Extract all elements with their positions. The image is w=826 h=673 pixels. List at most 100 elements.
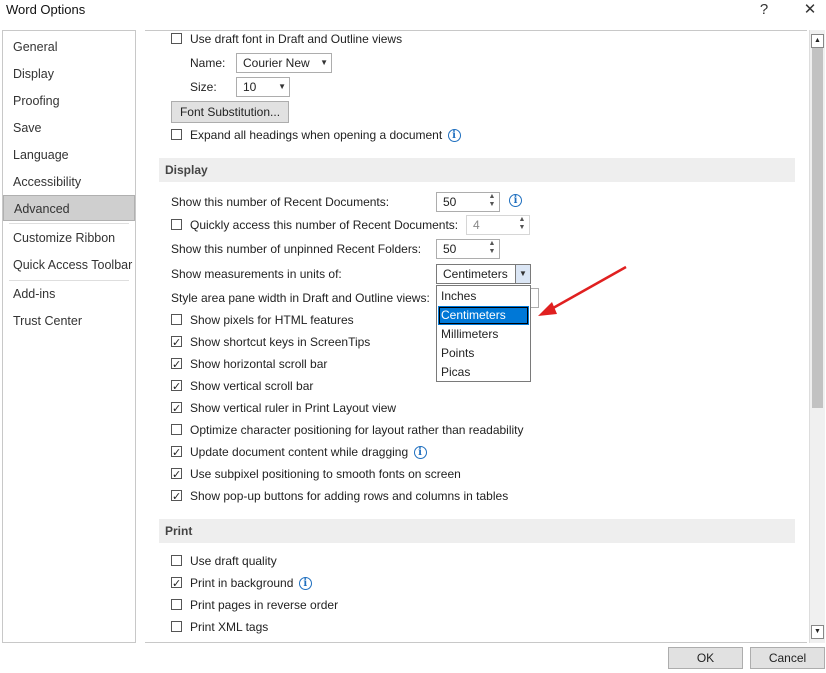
quick-access-spinner[interactable]: 4 ▲ ▼ xyxy=(466,215,530,235)
info-icon[interactable]: i xyxy=(413,446,427,460)
option-row[interactable]: Show pop-up buttons for adding rows and … xyxy=(171,486,509,507)
checkbox[interactable] xyxy=(171,443,182,463)
chevron-down-icon: ▼ xyxy=(278,82,286,91)
sidebar-item-customize-ribbon[interactable]: Customize Ribbon xyxy=(3,225,135,251)
cancel-button[interactable]: Cancel xyxy=(750,647,825,669)
sidebar-item-quick-access-toolbar[interactable]: Quick Access Toolbar xyxy=(3,252,135,278)
option-label: Show pop-up buttons for adding rows and … xyxy=(190,489,509,503)
font-size-combo[interactable]: 10 ▼ xyxy=(236,77,290,97)
scrollbar-thumb[interactable] xyxy=(812,48,823,408)
draft-font-label: Use draft font in Draft and Outline view… xyxy=(190,32,403,46)
info-icon[interactable]: i xyxy=(447,129,461,143)
scroll-up-icon[interactable]: ▲ xyxy=(811,34,824,48)
option-label: Print XML tags xyxy=(190,620,269,634)
font-name-combo[interactable]: Courier New ▼ xyxy=(236,53,332,73)
checkbox[interactable] xyxy=(171,333,182,353)
checkbox[interactable] xyxy=(171,574,182,594)
units-option-picas[interactable]: Picas xyxy=(438,363,529,382)
sidebar-item-add-ins[interactable]: Add-ins xyxy=(3,281,135,307)
sidebar-item-trust-center[interactable]: Trust Center xyxy=(3,308,135,334)
draft-font-option[interactable]: Use draft font in Draft and Outline view… xyxy=(171,31,403,49)
checkbox[interactable] xyxy=(171,355,182,375)
checkbox[interactable] xyxy=(171,621,182,633)
checkbox[interactable] xyxy=(171,399,182,419)
option-row[interactable]: Update document content while dragging i xyxy=(171,442,427,463)
font-name-label: Name: xyxy=(190,56,226,70)
spinner-arrows-icon[interactable]: ▲ ▼ xyxy=(487,193,497,211)
units-dropdown-list: Inches Centimeters Millimeters Points Pi… xyxy=(436,285,531,382)
font-size-label: Size: xyxy=(190,80,217,94)
checkbox[interactable] xyxy=(171,314,182,326)
chevron-down-icon: ▼ xyxy=(320,58,328,67)
option-row[interactable]: Optimize character positioning for layou… xyxy=(171,420,524,440)
font-substitution-button[interactable]: Font Substitution... xyxy=(171,101,289,123)
sidebar-item-advanced[interactable]: Advanced xyxy=(3,195,135,221)
quick-access-checkbox[interactable] xyxy=(171,219,182,231)
option-row[interactable]: Use draft quality xyxy=(171,551,277,571)
units-option-millimeters[interactable]: Millimeters xyxy=(438,325,529,344)
close-button[interactable]: ✕ xyxy=(790,0,826,22)
unpinned-folders-value: 50 xyxy=(443,242,457,256)
option-row[interactable]: Use subpixel positioning to smooth fonts… xyxy=(171,464,461,485)
checkbox[interactable] xyxy=(171,599,182,611)
units-option-points[interactable]: Points xyxy=(438,344,529,363)
spinner-arrows-icon[interactable]: ▲ ▼ xyxy=(517,216,527,234)
draft-font-checkbox[interactable] xyxy=(171,33,182,45)
units-option-centimeters[interactable]: Centimeters xyxy=(438,306,529,325)
window-title: Word Options xyxy=(6,2,86,17)
recent-docs-spinner[interactable]: 50 ▲ ▼ xyxy=(436,192,500,212)
option-row[interactable] xyxy=(171,639,190,642)
checkbox[interactable] xyxy=(171,377,182,397)
expand-headings-checkbox[interactable] xyxy=(171,129,182,141)
option-label: Show horizontal scroll bar xyxy=(190,357,328,371)
scroll-down-icon[interactable]: ▼ xyxy=(811,625,824,639)
sidebar-item-general[interactable]: General xyxy=(3,34,135,60)
option-row[interactable]: Print XML tags xyxy=(171,617,268,637)
font-size-value: 10 xyxy=(243,80,257,94)
units-combo[interactable]: Centimeters ▼ xyxy=(436,264,531,284)
option-row[interactable]: Show horizontal scroll bar xyxy=(171,354,328,375)
checkbox[interactable] xyxy=(171,555,182,567)
option-label: Print in background xyxy=(190,576,294,590)
option-label: Optimize character positioning for layou… xyxy=(190,423,524,437)
option-row[interactable]: Show shortcut keys in ScreenTips xyxy=(171,332,371,353)
checkbox[interactable] xyxy=(171,465,182,485)
quick-access-label: Quickly access this number of Recent Doc… xyxy=(190,218,459,232)
annotation-arrow-icon xyxy=(538,265,627,316)
option-label: Print pages in reverse order xyxy=(190,598,339,612)
unpinned-folders-spinner[interactable]: 50 ▲ ▼ xyxy=(436,239,500,259)
sidebar-item-proofing[interactable]: Proofing xyxy=(3,88,135,114)
spinner-arrows-icon[interactable]: ▲ ▼ xyxy=(487,240,497,258)
sidebar-item-save[interactable]: Save xyxy=(3,115,135,141)
info-icon[interactable]: i xyxy=(509,194,522,207)
option-row[interactable]: Print in background i xyxy=(171,573,312,594)
font-name-value: Courier New xyxy=(243,56,310,70)
sidebar-item-accessibility[interactable]: Accessibility xyxy=(3,169,135,195)
advanced-options-pane: Use draft font in Draft and Outline view… xyxy=(145,30,807,643)
chevron-down-icon[interactable]: ▼ xyxy=(515,265,530,283)
info-icon[interactable]: i xyxy=(298,577,312,591)
option-row[interactable]: Print pages in reverse order xyxy=(171,595,338,615)
content-scrollbar[interactable]: ▲ ▼ xyxy=(809,30,825,643)
units-option-inches[interactable]: Inches xyxy=(438,287,529,306)
checkbox[interactable] xyxy=(171,424,182,436)
checkbox[interactable] xyxy=(171,487,182,507)
sidebar-divider xyxy=(9,223,129,224)
expand-headings-option[interactable]: Expand all headings when opening a docum… xyxy=(171,125,461,145)
recent-docs-label: Show this number of Recent Documents: xyxy=(171,195,390,209)
help-button[interactable]: ? xyxy=(744,0,784,22)
option-row[interactable]: Show pixels for HTML features xyxy=(171,310,354,330)
sidebar-item-language[interactable]: Language xyxy=(3,142,135,168)
quick-access-option[interactable]: Quickly access this number of Recent Doc… xyxy=(171,215,458,235)
sidebar-item-display[interactable]: Display xyxy=(3,61,135,87)
option-row[interactable]: Show vertical ruler in Print Layout view xyxy=(171,398,396,419)
options-sidebar: General Display Proofing Save Language A… xyxy=(2,30,136,643)
option-label: Show vertical scroll bar xyxy=(190,379,314,393)
units-label: Show measurements in units of: xyxy=(171,267,342,281)
option-row[interactable]: Show vertical scroll bar xyxy=(171,376,314,397)
style-area-label: Style area pane width in Draft and Outli… xyxy=(171,291,430,305)
display-section-header: Display xyxy=(159,158,795,182)
recent-docs-value: 50 xyxy=(443,195,457,209)
ok-button[interactable]: OK xyxy=(668,647,743,669)
option-label: Show shortcut keys in ScreenTips xyxy=(190,335,371,349)
